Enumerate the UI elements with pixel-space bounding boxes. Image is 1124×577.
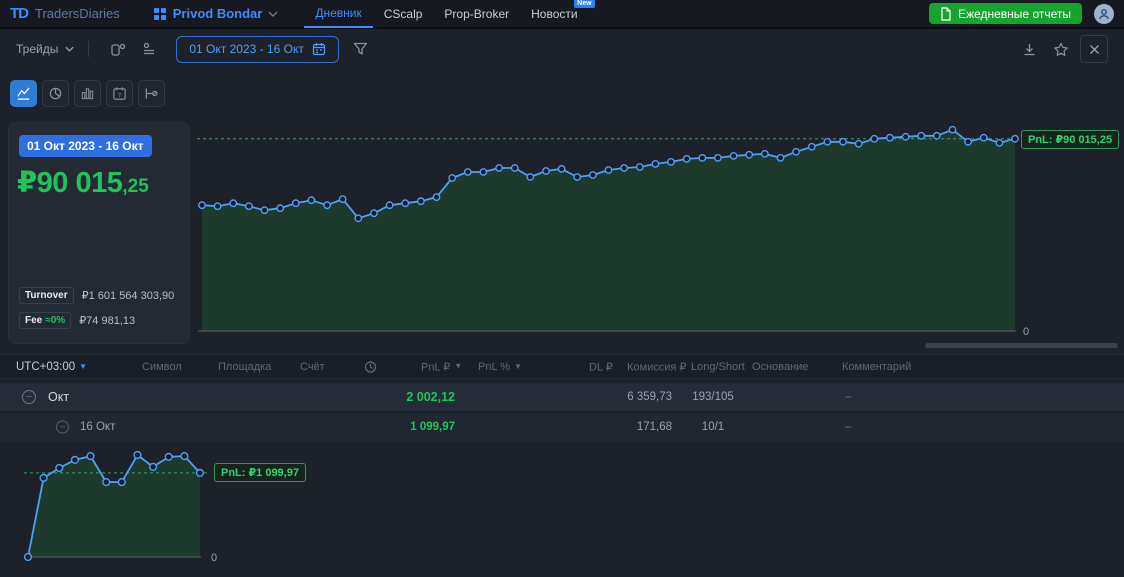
trades-table-header: UTC+03:00 ▼ Символ Площадка Счёт PnL ₽ ▼ P… bbox=[0, 354, 1124, 379]
person-icon bbox=[1099, 8, 1109, 19]
daily-reports-button[interactable]: Ежедневные отчеты bbox=[929, 3, 1082, 24]
column-header-pnl-rub[interactable]: PnL ₽ ▼ bbox=[421, 360, 462, 373]
date-range-picker[interactable]: 01 Окт 2023 - 16 Окт bbox=[176, 35, 339, 63]
table-row-month[interactable]: – Окт 2 002,12 6 359,73 193/105 – bbox=[0, 383, 1124, 411]
row-label: 16 Окт bbox=[80, 421, 116, 433]
table-row-day[interactable]: – 16 Окт 1 099,97 171,68 10/1 – bbox=[0, 413, 1124, 441]
document-icon bbox=[941, 6, 951, 21]
bar-chart-icon[interactable] bbox=[74, 80, 101, 107]
main-chart-pnl-badge: PnL: ₽90 015,25 bbox=[1021, 130, 1120, 149]
main-nav-tabs: Дневник CScalp Prop-Broker Новости New bbox=[304, 0, 595, 28]
topbar: TD TradersDiaries Privod Bondar Дневник … bbox=[0, 0, 1124, 29]
trades-mode-dropdown[interactable]: Трейды bbox=[16, 42, 74, 56]
svg-text:7: 7 bbox=[118, 92, 122, 99]
collapse-minus-icon[interactable]: – bbox=[22, 390, 36, 404]
tab-diary[interactable]: Дневник bbox=[304, 0, 373, 28]
row-pnl-value: 2 002,12 bbox=[406, 390, 455, 404]
collapse-minus-icon[interactable]: – bbox=[56, 420, 69, 434]
row-commission-value: 6 359,73 bbox=[627, 391, 672, 403]
cards-view-icon[interactable] bbox=[110, 41, 127, 57]
column-header-venue: Площадка bbox=[218, 360, 272, 373]
period-badge: 01 Окт 2023 - 16 Окт bbox=[19, 135, 152, 157]
app-logo-icon[interactable]: TD bbox=[10, 5, 29, 22]
column-header-comment: Комментарий bbox=[842, 360, 912, 373]
line-chart-icon[interactable] bbox=[10, 80, 37, 107]
svg-text:0: 0 bbox=[211, 552, 217, 564]
list-view-icon[interactable] bbox=[141, 41, 157, 57]
app-logo-text: TradersDiaries bbox=[35, 6, 120, 21]
distribution-chart-icon[interactable] bbox=[138, 80, 165, 107]
tab-news[interactable]: Новости New bbox=[520, 0, 595, 28]
divider bbox=[88, 41, 90, 57]
pnl-summary-card: 01 Окт 2023 - 16 Окт ₽90 015,25 Turnover… bbox=[8, 122, 190, 344]
row-long-short: 10/1 bbox=[701, 421, 725, 433]
fee-value: ₽74 981,13 bbox=[79, 315, 136, 327]
tab-cscalp[interactable]: CScalp bbox=[373, 0, 434, 28]
row-long-short: 193/105 bbox=[692, 391, 734, 403]
column-header-basis: Основание bbox=[752, 360, 809, 373]
filters-toolbar: Трейды 01 Окт 2023 - 16 Окт bbox=[0, 31, 1124, 67]
chart-type-tabs: 7 bbox=[10, 80, 165, 107]
duration-clock-icon[interactable] bbox=[364, 360, 377, 373]
new-badge: New bbox=[574, 0, 595, 8]
fee-label: Fee ≈0% bbox=[19, 312, 72, 329]
column-header-account: Счёт bbox=[300, 360, 325, 373]
timezone-dropdown[interactable]: UTC+03:00 ▼ bbox=[16, 361, 87, 373]
row-comment: – bbox=[845, 391, 852, 403]
caret-down-icon: ▼ bbox=[79, 361, 88, 371]
download-icon[interactable] bbox=[1016, 36, 1042, 62]
pie-chart-icon[interactable] bbox=[42, 80, 69, 107]
turnover-row: Turnover ₽1 601 564 303,90 bbox=[19, 287, 183, 304]
column-header-dl: DL ₽ bbox=[589, 361, 613, 373]
calendar-icon bbox=[312, 43, 325, 56]
calendar-week-icon[interactable]: 7 bbox=[106, 80, 133, 107]
chevron-down-icon bbox=[268, 11, 278, 17]
turnover-label: Turnover bbox=[19, 287, 74, 304]
row-label: Окт bbox=[48, 390, 70, 404]
row-commission-value: 171,68 bbox=[636, 421, 672, 433]
user-avatar[interactable] bbox=[1094, 3, 1114, 24]
app-root: 0 0 TD TradersDiaries Privod Bondar Дневн… bbox=[0, 0, 1124, 577]
card-stats: Turnover ₽1 601 564 303,90 Fee ≈0% ₽74 98… bbox=[19, 287, 183, 329]
workspace-grid-icon bbox=[153, 7, 166, 20]
horizontal-scrollbar[interactable] bbox=[925, 343, 1118, 348]
workspace-selector[interactable]: Privod Bondar bbox=[153, 6, 279, 21]
column-header-symbol: Символ bbox=[142, 360, 182, 373]
chevron-down-icon bbox=[65, 46, 74, 52]
mini-chart-pnl-badge: PnL: ₽1 099,97 bbox=[214, 463, 306, 482]
filter-funnel-icon[interactable] bbox=[353, 42, 368, 56]
toolbar-right bbox=[1016, 35, 1108, 63]
row-pnl-value: 1 099,97 bbox=[410, 421, 455, 433]
favorite-star-icon[interactable] bbox=[1048, 36, 1074, 62]
workspace-name: Privod Bondar bbox=[172, 6, 263, 21]
caret-down-icon: ▼ bbox=[454, 361, 463, 371]
svg-text:0: 0 bbox=[1023, 326, 1029, 338]
column-header-long-short: Long/Short bbox=[691, 360, 745, 373]
caret-down-icon: ▼ bbox=[514, 361, 522, 371]
row-comment: – bbox=[845, 421, 852, 433]
tab-prop-broker[interactable]: Prop-Broker bbox=[433, 0, 520, 28]
column-header-pnl-pct[interactable]: PnL % ▼ bbox=[478, 361, 522, 373]
fee-row: Fee ≈0% ₽74 981,13 bbox=[19, 312, 183, 329]
total-pnl-value: ₽90 015,25 bbox=[17, 167, 149, 199]
topbar-right: Ежедневные отчеты bbox=[929, 3, 1114, 24]
turnover-value: ₽1 601 564 303,90 bbox=[81, 290, 175, 302]
column-header-commission: Комиссия ₽ bbox=[627, 361, 687, 373]
close-icon[interactable] bbox=[1080, 35, 1108, 63]
